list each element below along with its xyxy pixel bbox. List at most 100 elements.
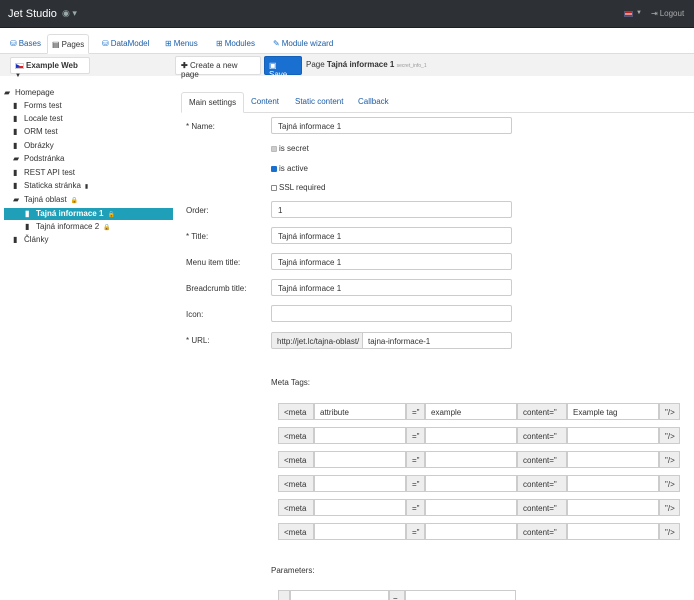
url-input[interactable]: tajna-informace-1 — [363, 332, 512, 349]
save-label: Save — [269, 70, 288, 79]
meta-eq: =" — [406, 403, 425, 420]
meta-open: <meta — [278, 451, 314, 468]
meta-content-label: content=" — [517, 451, 567, 468]
file-icon: ▮ — [25, 209, 30, 218]
meta-eq: =" — [406, 475, 425, 492]
tree-item-label: Tajná informace 1 — [36, 209, 104, 218]
language-flag-icon[interactable] — [624, 11, 633, 17]
tree-item[interactable]: ▮ Locale test — [13, 113, 63, 125]
is-active-checkbox[interactable]: is active — [271, 164, 308, 173]
ssl-required-checkbox[interactable]: SSL required — [271, 183, 325, 192]
tree-item-label: Obrázky — [24, 141, 54, 150]
sitemap-icon: ⊞ — [165, 39, 172, 48]
tree-item[interactable]: ▮ Obrázky — [13, 140, 54, 152]
meta-attribute-input[interactable]: attribute — [314, 403, 406, 420]
title-input[interactable]: Tajná informace 1 — [271, 227, 512, 244]
title-label: * Title: — [186, 232, 209, 241]
page-id: secret_info_1 — [396, 63, 427, 69]
tree-item[interactable]: ▮ Tajná informace 2 🔒 — [25, 221, 111, 233]
tab-module-wizard[interactable]: ✎ Module wizard — [269, 34, 337, 54]
chevron-down-icon: ▼ — [15, 73, 21, 79]
tab-pages[interactable]: ▤ Pages — [47, 34, 90, 54]
file-icon: ▮ — [13, 235, 18, 244]
meta-value-input[interactable] — [425, 451, 517, 468]
logout-icon: ⇥ — [651, 9, 658, 18]
tab-main-settings[interactable]: Main settings — [181, 92, 245, 113]
lock-icon: 🔒 — [70, 198, 79, 204]
menu-item-title-label: Menu item title: — [186, 258, 241, 267]
meta-attribute-input[interactable] — [314, 523, 406, 540]
page-prefix: Page — [306, 60, 325, 69]
tree-item[interactable]: ▮ Staticka stránka ▮ — [13, 180, 88, 192]
tree-item[interactable]: ▮ ORM test — [13, 126, 58, 138]
tab-modules[interactable]: ⊞ Modules — [212, 34, 259, 54]
tab-static-content[interactable]: Static content — [288, 92, 350, 113]
meta-open: <meta — [278, 427, 314, 444]
save-button[interactable]: ▣ Save — [264, 56, 302, 79]
icon-input[interactable] — [271, 305, 512, 322]
page-toolbar: Example Web ▼ ✚ Create a new page ▣ Save… — [0, 54, 694, 79]
tab-bases[interactable]: ⛁ Bases — [6, 34, 45, 54]
checkbox-label: is secret — [279, 144, 309, 153]
tree-item[interactable]: ▰ Podstránka — [13, 153, 64, 165]
floppy-icon: ▣ — [269, 61, 277, 70]
czech-flag-icon — [15, 63, 24, 69]
parameters-title: Parameters: — [271, 566, 315, 575]
meta-attribute-input[interactable] — [314, 451, 406, 468]
parameter-eq: = — [389, 590, 405, 600]
tab-datamodel[interactable]: ⛁ DataModel — [98, 34, 153, 54]
meta-content-input[interactable] — [567, 475, 659, 492]
tree-item[interactable]: ▰ Homepage — [4, 87, 54, 99]
meta-content-input[interactable] — [567, 427, 659, 444]
meta-content-input[interactable]: Example tag — [567, 403, 659, 420]
checkbox-box — [271, 146, 277, 152]
sitemap-icon: ⊞ — [216, 39, 223, 48]
site-select[interactable]: Example Web ▼ — [10, 57, 90, 79]
site-select-label: Example Web — [26, 61, 78, 70]
tab-menus[interactable]: ⊞ Menus — [161, 34, 202, 54]
create-page-button[interactable]: ✚ Create a new page — [175, 56, 261, 79]
eye-icon[interactable]: ◉ ▾ — [62, 8, 77, 19]
breadcrumb-title-input[interactable]: Tajná informace 1 — [271, 279, 512, 296]
meta-content-input[interactable] — [567, 499, 659, 516]
wand-icon: ✎ — [273, 39, 280, 48]
chevron-down-icon[interactable]: ▼ — [636, 10, 642, 16]
parameter-key-input[interactable] — [290, 590, 389, 600]
tree-item[interactable]: ▮ REST API test — [13, 167, 75, 179]
order-input[interactable]: 1 — [271, 201, 512, 218]
name-input[interactable]: Tajná informace 1 — [271, 117, 512, 134]
meta-content-label: content=" — [517, 427, 567, 444]
meta-value-input[interactable] — [425, 475, 517, 492]
is-secret-checkbox[interactable]: is secret — [271, 144, 309, 153]
tree-item[interactable]: ▮ Články — [13, 234, 48, 246]
checkbox-label: SSL required — [279, 183, 326, 192]
meta-content-label: content=" — [517, 403, 567, 420]
meta-attribute-input[interactable] — [314, 427, 406, 444]
tab-callback[interactable]: Callback — [351, 92, 396, 113]
app-brand[interactable]: Jet Studio — [8, 8, 57, 20]
logout-link[interactable]: ⇥ Logout — [651, 9, 684, 18]
meta-value-input[interactable]: example — [425, 403, 517, 420]
meta-attribute-input[interactable] — [314, 499, 406, 516]
file-icon: ▮ — [13, 127, 18, 136]
meta-value-input[interactable] — [425, 427, 517, 444]
checkbox-label: is active — [279, 164, 308, 173]
meta-content-input[interactable] — [567, 451, 659, 468]
meta-value-input[interactable] — [425, 499, 517, 516]
meta-value-input[interactable] — [425, 523, 517, 540]
parameter-value-input[interactable] — [405, 590, 516, 600]
meta-open: <meta — [278, 475, 314, 492]
tree-item-label: Forms test — [24, 101, 62, 110]
meta-row: <meta attribute =" example content=" Exa… — [278, 403, 680, 420]
menu-item-title-input[interactable]: Tajná informace 1 — [271, 253, 512, 270]
tab-content[interactable]: Content — [244, 92, 286, 113]
tree-item-selected[interactable]: ▮ Tajná informace 1 🔒 — [4, 208, 173, 220]
tab-label: Module wizard — [281, 39, 334, 48]
meta-attribute-input[interactable] — [314, 475, 406, 492]
folder-icon: ▰ — [13, 154, 20, 163]
meta-open: <meta — [278, 403, 314, 420]
meta-content-input[interactable] — [567, 523, 659, 540]
tree-item[interactable]: ▮ Forms test — [13, 100, 62, 112]
file-icon: ▮ — [13, 141, 18, 150]
tree-item[interactable]: ▰ Tajná oblast 🔒 — [13, 194, 78, 206]
